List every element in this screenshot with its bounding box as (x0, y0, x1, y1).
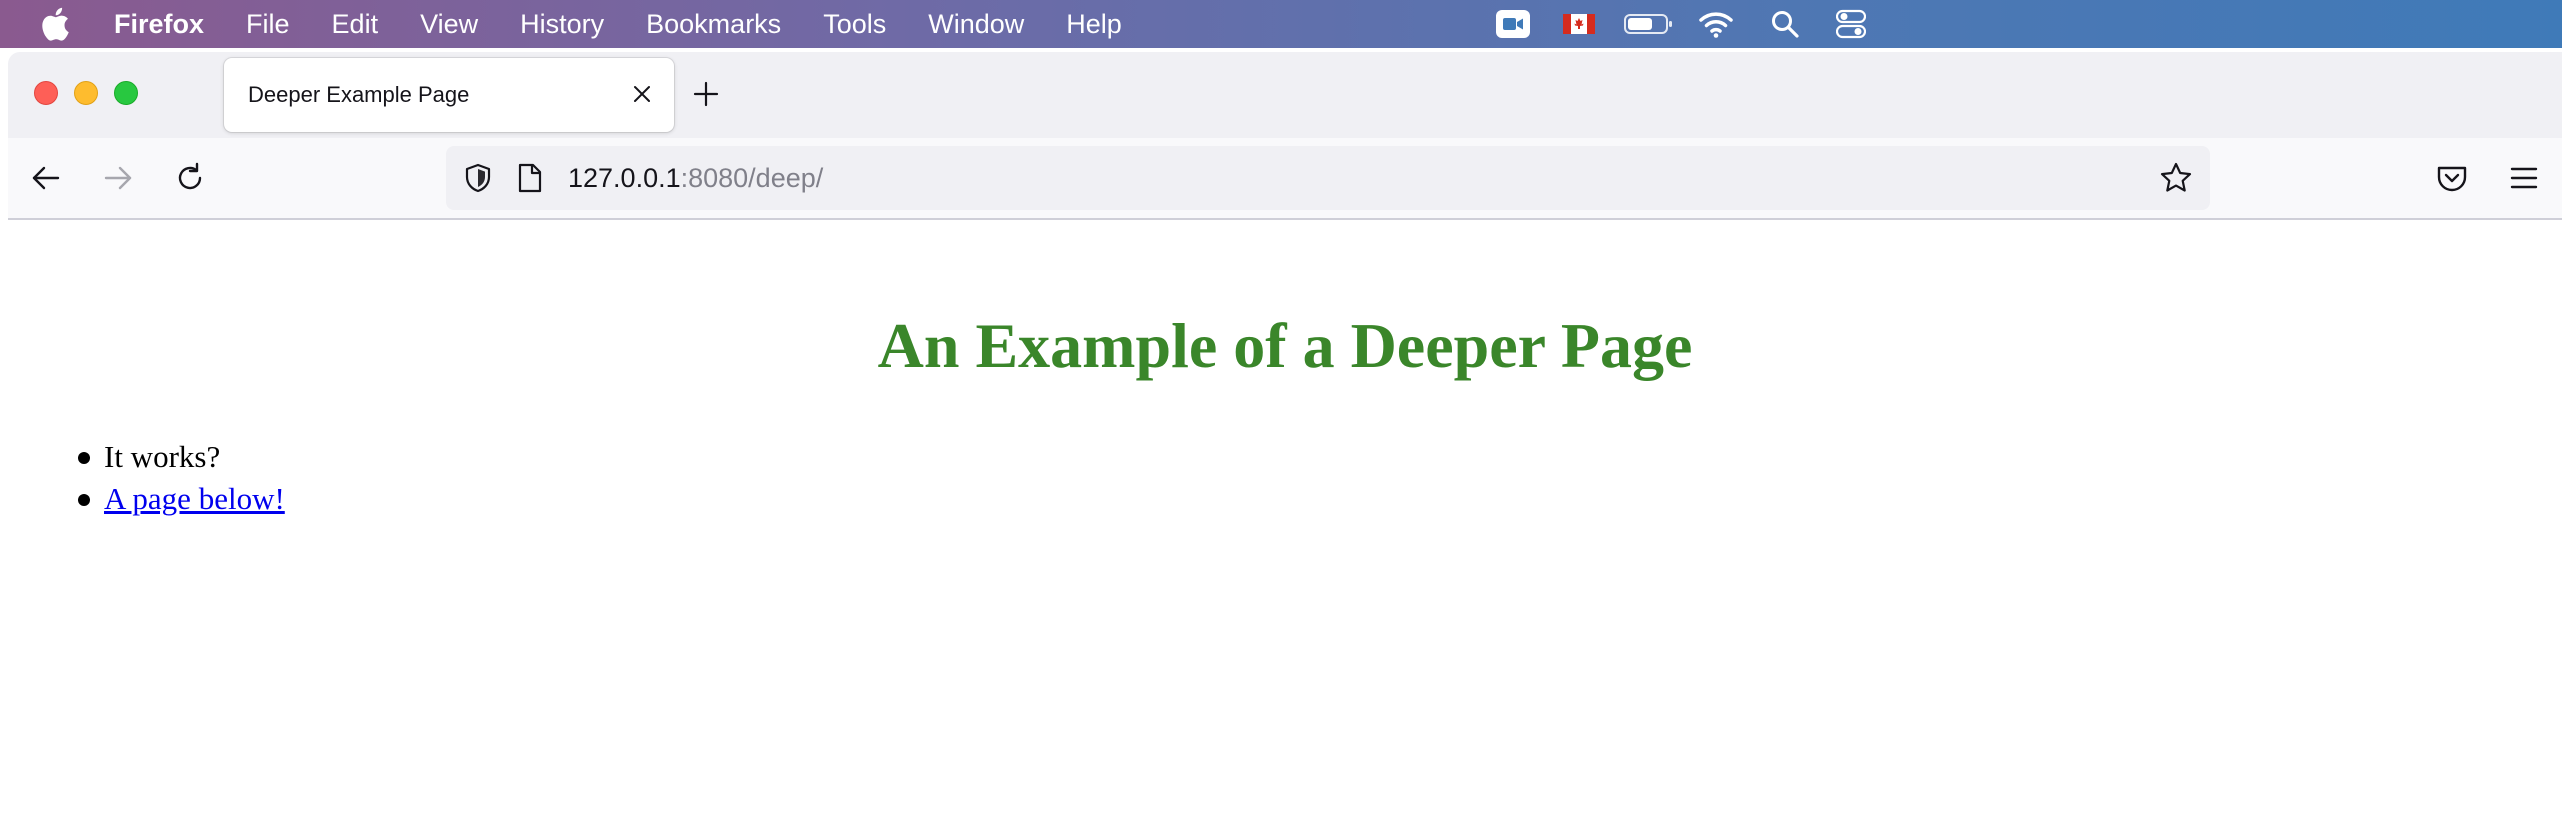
url-host: 127.0.0.1 (568, 163, 681, 193)
hamburger-menu-icon[interactable] (2506, 160, 2542, 196)
macos-menu-bar: Firefox File Edit View History Bookmarks… (0, 0, 2562, 48)
canada-flag-icon[interactable] (1562, 9, 1596, 39)
tab-strip: Deeper Example Page (8, 52, 2562, 138)
wifi-icon[interactable] (1698, 9, 1734, 39)
page-heading: An Example of a Deeper Page (877, 310, 1693, 381)
pocket-icon[interactable] (2434, 160, 2470, 196)
menu-firefox[interactable]: Firefox (114, 9, 204, 40)
close-tab-icon[interactable] (630, 82, 654, 106)
page-below-link[interactable]: A page below! (104, 481, 285, 516)
control-center-icon[interactable] (1836, 9, 1866, 39)
browser-window: Deeper Example Page 127.0.0.1:8080/deep/… (8, 52, 2562, 824)
tracking-protection-shield-icon[interactable] (462, 162, 494, 194)
menu-tools[interactable]: Tools (823, 9, 886, 40)
url-text[interactable]: 127.0.0.1:8080/deep/ (568, 162, 823, 194)
bullet-list: It works? A page below! (78, 436, 285, 520)
bullet-icon (78, 452, 90, 464)
list-item: It works? (78, 436, 285, 478)
menu-items: Firefox File Edit View History Bookmarks… (114, 0, 1164, 48)
tab-deeper-example-page[interactable]: Deeper Example Page (224, 58, 674, 132)
page-info-icon[interactable] (516, 162, 544, 194)
close-window-button[interactable] (34, 81, 58, 105)
tab-title: Deeper Example Page (248, 82, 470, 107)
video-camera-icon[interactable] (1496, 9, 1530, 39)
address-bar[interactable]: 127.0.0.1:8080/deep/ (446, 146, 2210, 210)
menu-help[interactable]: Help (1066, 9, 1122, 40)
menu-edit[interactable]: Edit (332, 9, 379, 40)
zoom-window-button[interactable] (114, 81, 138, 105)
battery-icon[interactable] (1624, 9, 1674, 39)
list-item: A page below! (78, 478, 285, 520)
spotlight-search-icon[interactable] (1770, 9, 1800, 39)
menu-history[interactable]: History (520, 9, 604, 40)
bullet-icon (78, 494, 90, 506)
navigation-toolbar: 127.0.0.1:8080/deep/ (8, 138, 2562, 220)
menu-file[interactable]: File (246, 9, 290, 40)
new-tab-plus-icon[interactable] (690, 78, 722, 110)
bookmark-star-icon[interactable] (2158, 160, 2194, 196)
apple-logo-icon[interactable] (40, 7, 70, 41)
reload-icon[interactable] (172, 160, 208, 196)
list-item-text: It works? (104, 439, 221, 474)
url-path: :8080/deep/ (680, 163, 824, 193)
back-arrow-icon[interactable] (28, 160, 64, 196)
page-content: An Example of a Deeper Page It works? A … (8, 220, 2562, 824)
menu-view[interactable]: View (420, 9, 478, 40)
menu-bookmarks[interactable]: Bookmarks (646, 9, 781, 40)
minimize-window-button[interactable] (74, 81, 98, 105)
menu-window[interactable]: Window (928, 9, 1024, 40)
forward-arrow-icon[interactable] (100, 160, 136, 196)
